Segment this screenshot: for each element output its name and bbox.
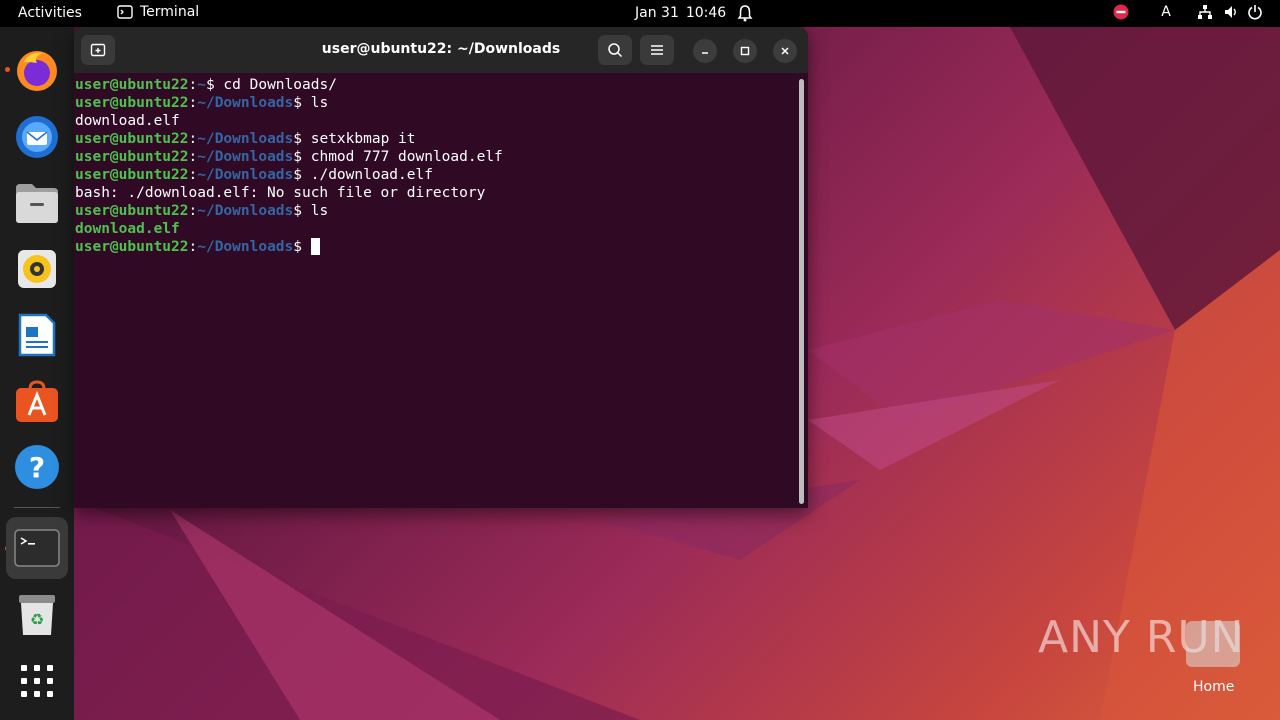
terminal-output[interactable]: user@ubuntu22:~$ cd Downloads/user@ubunt… bbox=[75, 76, 795, 506]
prompt-path: ~/Downloads bbox=[197, 167, 294, 183]
top-bar: Activities Terminal Jan 31 10:46 A bbox=[0, 0, 1280, 27]
prompt-symbol: $ bbox=[293, 149, 302, 165]
prompt-symbol: $ bbox=[293, 131, 302, 147]
volume-icon[interactable] bbox=[1218, 4, 1244, 20]
prompt-user: user@ubuntu22 bbox=[75, 203, 189, 219]
close-button[interactable] bbox=[773, 39, 797, 63]
running-indicator bbox=[5, 67, 10, 72]
command-text: setxkbmap it bbox=[302, 131, 416, 147]
command-text: ls bbox=[302, 203, 329, 219]
search-icon bbox=[608, 43, 623, 58]
text-cursor bbox=[310, 238, 320, 255]
prompt-separator: : bbox=[188, 167, 198, 183]
minimize-button[interactable] bbox=[693, 39, 717, 63]
dock-separator bbox=[14, 507, 60, 508]
clock[interactable]: Jan 31 10:46 bbox=[635, 5, 726, 21]
prompt-symbol: $ bbox=[293, 167, 302, 183]
prompt-path: ~/Downloads bbox=[197, 239, 294, 255]
show-apps-icon[interactable] bbox=[12, 656, 62, 706]
clock-time: 10:46 bbox=[685, 5, 727, 21]
command-text bbox=[302, 239, 311, 255]
prompt-separator: : bbox=[188, 131, 198, 147]
svg-text:♻: ♻ bbox=[30, 610, 44, 629]
prompt-separator: : bbox=[188, 95, 198, 111]
terminal-scrollbar[interactable] bbox=[799, 79, 804, 504]
prompt-path: ~/Downloads bbox=[197, 203, 294, 219]
notification-bell-icon[interactable] bbox=[737, 4, 753, 22]
command-text: cd Downloads/ bbox=[214, 77, 337, 93]
terminal-output-line: download.elf bbox=[75, 220, 795, 238]
maximize-icon bbox=[740, 46, 750, 56]
prompt-symbol: $ bbox=[293, 239, 302, 255]
trash-icon[interactable]: ♻ bbox=[12, 590, 62, 640]
command-text: chmod 777 download.elf bbox=[302, 149, 503, 165]
svg-text:?: ? bbox=[29, 451, 45, 484]
terminal-prompt-line: user@ubuntu22:~/Downloads$ ls bbox=[75, 94, 795, 112]
input-source-indicator[interactable]: A bbox=[1140, 4, 1192, 20]
system-tray[interactable]: A bbox=[1102, 4, 1266, 20]
clock-date: Jan 31 bbox=[635, 5, 679, 21]
hamburger-menu-icon bbox=[651, 45, 663, 55]
prompt-path: ~/Downloads bbox=[197, 131, 294, 147]
thunderbird-icon[interactable] bbox=[12, 112, 62, 162]
prompt-separator: : bbox=[188, 149, 198, 165]
menu-button[interactable] bbox=[640, 35, 674, 65]
prompt-path: ~/Downloads bbox=[197, 149, 294, 165]
terminal-icon[interactable] bbox=[6, 517, 68, 579]
app-center-icon[interactable] bbox=[12, 376, 62, 426]
network-icon[interactable] bbox=[1192, 4, 1218, 20]
terminal-prompt-line: user@ubuntu22:~/Downloads$ setxkbmap it bbox=[75, 130, 795, 148]
prompt-symbol: $ bbox=[293, 95, 302, 111]
minimize-icon bbox=[702, 52, 708, 54]
terminal-output-line: bash: ./download.elf: No such file or di… bbox=[75, 184, 795, 202]
prompt-separator: : bbox=[188, 77, 198, 93]
command-text: ls bbox=[302, 95, 329, 111]
prompt-user: user@ubuntu22 bbox=[75, 95, 189, 111]
maximize-button[interactable] bbox=[733, 39, 757, 63]
prompt-separator: : bbox=[188, 203, 198, 219]
terminal-prompt-line: user@ubuntu22:~/Downloads$ ls bbox=[75, 202, 795, 220]
terminal-prompt-line: user@ubuntu22:~$ cd Downloads/ bbox=[75, 76, 795, 94]
home-folder-icon[interactable] bbox=[1186, 621, 1240, 667]
prompt-user: user@ubuntu22 bbox=[75, 149, 189, 165]
prompt-symbol: $ bbox=[293, 203, 302, 219]
title-bar[interactable]: user@ubuntu22: ~/Downloads bbox=[74, 27, 808, 73]
terminal-app-icon bbox=[117, 5, 133, 19]
prompt-user: user@ubuntu22 bbox=[75, 131, 189, 147]
firefox-icon[interactable] bbox=[12, 46, 62, 96]
help-icon[interactable]: ? bbox=[12, 442, 62, 492]
app-menu[interactable]: Terminal bbox=[117, 4, 199, 20]
command-text: ./download.elf bbox=[302, 167, 433, 183]
rhythmbox-icon[interactable] bbox=[12, 244, 62, 294]
do-not-disturb-icon[interactable] bbox=[1102, 4, 1140, 20]
terminal-prompt-line: user@ubuntu22:~/Downloads$ chmod 777 dow… bbox=[75, 148, 795, 166]
power-icon[interactable] bbox=[1244, 4, 1266, 20]
search-button[interactable] bbox=[598, 35, 632, 65]
dock: ? ♻ bbox=[0, 27, 74, 720]
output-text: download.elf bbox=[75, 221, 180, 237]
app-menu-label: Terminal bbox=[140, 4, 200, 20]
home-folder-label[interactable]: Home bbox=[1193, 679, 1234, 695]
files-icon[interactable] bbox=[12, 178, 62, 228]
prompt-user: user@ubuntu22 bbox=[75, 77, 189, 93]
close-icon bbox=[781, 47, 789, 55]
prompt-separator: : bbox=[188, 239, 198, 255]
terminal-prompt-line: user@ubuntu22:~/Downloads$ bbox=[75, 238, 795, 256]
libreoffice-writer-icon[interactable] bbox=[12, 310, 62, 360]
activities-button[interactable]: Activities bbox=[18, 5, 82, 21]
prompt-user: user@ubuntu22 bbox=[75, 167, 189, 183]
terminal-window[interactable]: user@ubuntu22: ~/Downloads user@ubuntu22… bbox=[74, 27, 808, 508]
output-text: bash: ./download.elf: No such file or di… bbox=[75, 185, 486, 201]
prompt-user: user@ubuntu22 bbox=[75, 239, 189, 255]
output-text: download.elf bbox=[75, 113, 180, 129]
terminal-output-line: download.elf bbox=[75, 112, 795, 130]
prompt-path: ~ bbox=[197, 77, 206, 93]
prompt-symbol: $ bbox=[205, 77, 215, 93]
terminal-prompt-line: user@ubuntu22:~/Downloads$ ./download.el… bbox=[75, 166, 795, 184]
prompt-path: ~/Downloads bbox=[197, 95, 294, 111]
